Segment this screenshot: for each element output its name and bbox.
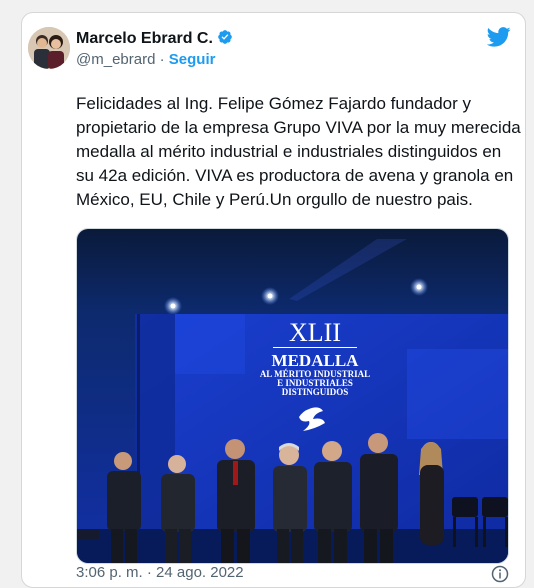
avatar[interactable] [28,27,70,69]
screen-line-medalla: MEDALLA [272,351,360,370]
screen-numeral: XLII [289,318,341,347]
tweet-photo[interactable]: XLII MEDALLA AL MÉRITO INDUSTRIAL E INDU… [76,228,509,564]
info-icon[interactable] [491,565,509,583]
verified-badge-icon [218,30,232,44]
screen-line-distinguidos: DISTINGUIDOS [282,387,349,397]
author-name-text[interactable]: Marcelo Ebrard C. [76,30,213,47]
handle-row: @m_ebrard · Seguir [76,51,215,68]
tweet-text: Felicidades al Ing. Felipe Gómez Fajardo… [76,94,521,209]
dot-separator: · [159,51,165,68]
follow-button[interactable]: Seguir [169,51,216,68]
event-stage-photo: XLII MEDALLA AL MÉRITO INDUSTRIAL E INDU… [77,229,508,563]
tweet-timestamp[interactable]: 3:06 p. m. · 24 ago. 2022 [76,564,244,581]
tweet-card: Marcelo Ebrard C. @m_ebrard · Seguir Fel… [21,12,526,588]
author-name[interactable]: Marcelo Ebrard C. [76,29,233,48]
twitter-bird-icon[interactable] [487,27,511,47]
author-handle[interactable]: @m_ebrard [76,51,155,68]
